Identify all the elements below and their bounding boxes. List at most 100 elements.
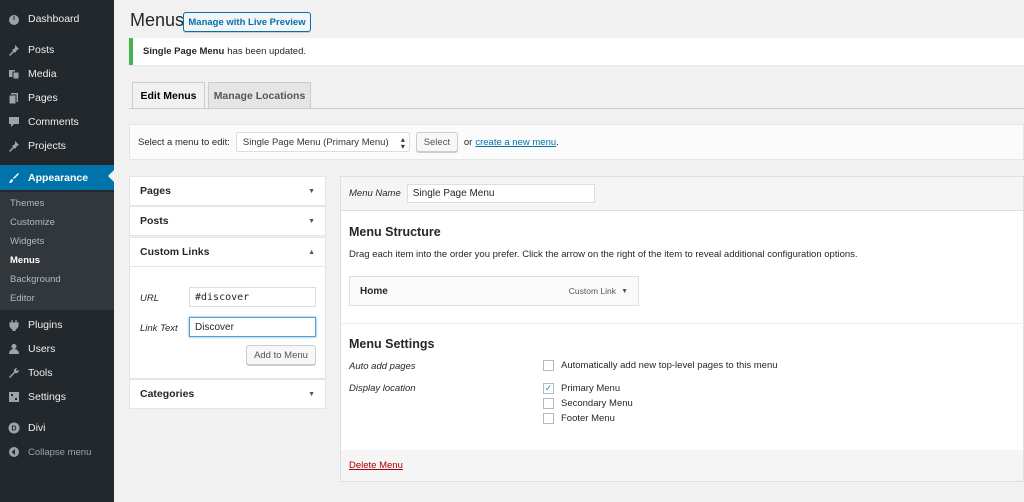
location-label: Footer Menu [561,413,615,424]
add-to-menu-button[interactable]: Add to Menu [246,345,316,365]
dashboard-icon [0,13,28,25]
sidebar-item-label: Projects [28,140,66,152]
accordion-categories[interactable]: Categories ▼ [129,379,326,409]
update-notice: Single Page Menu has been updated. [129,38,1024,65]
sidebar-item-label: Tools [28,367,53,379]
select-menu-label: Select a menu to edit: [138,136,230,148]
sidebar-item-label: Users [28,343,56,355]
location-row-primary: ✓ Primary Menu [543,383,620,394]
sidebar-item-users[interactable]: Users [0,338,114,360]
sidebar-item-label: Divi [28,422,46,434]
caret-down-icon[interactable]: ▼ [621,288,628,295]
tab-manage-locations[interactable]: Manage Locations [208,82,311,108]
sidebar-item-plugins[interactable]: Plugins [0,314,114,336]
delete-menu-link[interactable]: Delete Menu [349,460,403,471]
url-label: URL [140,293,160,304]
secondary-menu-checkbox[interactable] [543,398,554,409]
menu-item-home[interactable]: Home Custom Link ▼ [349,276,639,306]
main-content: Menus Manage with Live Preview Single Pa… [114,0,1024,502]
wrench-icon [0,367,28,379]
submenu-item-themes[interactable]: Themes [10,198,44,209]
collapse-menu-button[interactable]: Collapse menu [0,441,114,463]
auto-add-label: Auto add pages [349,361,416,372]
sidebar-item-tools[interactable]: Tools [0,362,114,384]
sidebar-item-label: Comments [28,116,79,128]
media-icon [0,68,28,80]
menu-settings-title: Menu Settings [349,337,435,351]
pages-icon [0,92,28,104]
notice-text: has been updated. [227,46,307,57]
tab-divider [129,108,1024,109]
select-button[interactable]: Select [415,132,458,152]
menu-name-bar: Menu Name Single Page Menu [340,176,1024,211]
link-text-label: Link Text [140,323,178,334]
accordion-label: Categories [140,388,195,400]
accordion-label: Custom Links [140,246,210,258]
footer-menu-checkbox[interactable] [543,413,554,424]
caret-down-icon: ▼ [308,390,315,398]
submenu-item-widgets[interactable]: Widgets [10,236,44,247]
menu-select-value: Single Page Menu (Primary Menu) [242,136,389,148]
section-divider [341,323,1024,324]
sidebar-item-label: Plugins [28,319,63,331]
accordion-posts[interactable]: Posts ▼ [129,206,326,236]
create-new-menu-link[interactable]: create a new menu [475,137,556,148]
location-label: Primary Menu [561,383,621,394]
sidebar-item-pages[interactable]: Pages [0,87,114,109]
menu-name-input[interactable]: Single Page Menu [406,184,595,203]
settings-icon [0,391,28,403]
sidebar-item-comments[interactable]: Comments [0,111,114,133]
divi-icon: D [0,422,28,434]
notice-menu-name: Single Page Menu [143,46,225,57]
live-preview-button[interactable]: Manage with Live Preview [183,12,311,32]
auto-add-checkbox[interactable] [543,360,554,371]
submenu-item-menus[interactable]: Menus [10,255,40,266]
menu-footer-bar: Delete Menu [340,450,1024,482]
location-label: Secondary Menu [561,398,633,409]
sidebar-item-divi[interactable]: D Divi [0,417,114,439]
sidebar-item-label: Pages [28,92,58,104]
sidebar-item-dashboard[interactable]: Dashboard [0,8,114,30]
auto-add-row: Automatically add new top-level pages to… [543,360,778,371]
period-text: . [556,136,559,148]
menu-select-bar: Select a menu to edit: Single Page Menu … [129,124,1024,160]
primary-menu-checkbox[interactable]: ✓ [543,383,554,394]
accordion-pages[interactable]: Pages ▼ [129,176,326,206]
link-text-input[interactable]: Discover [189,317,316,337]
accordion-custom-links[interactable]: Custom Links ▲ [129,237,326,267]
menu-item-type: Custom Link [568,286,616,296]
menu-select-dropdown[interactable]: Single Page Menu (Primary Menu) ▴ ▾ [235,132,410,152]
custom-links-body: URL #discover Link Text Discover Add to … [129,267,326,379]
user-icon [0,343,28,355]
sidebar-item-projects[interactable]: Projects [0,135,114,157]
location-row-secondary: Secondary Menu [543,398,633,409]
plug-icon [0,319,28,331]
comment-icon [0,116,28,128]
menu-structure-title: Menu Structure [349,225,441,239]
caret-up-icon: ▲ [308,248,315,256]
menu-body: Menu Structure Drag each item into the o… [340,211,1024,451]
page-title: Menus [130,10,185,30]
url-input[interactable]: #discover [189,287,316,307]
sidebar-item-media[interactable]: Media [0,63,114,85]
pin-icon [0,140,28,152]
accordion-label: Pages [140,185,171,197]
menu-name-label: Menu Name [349,188,401,199]
tab-edit-menus[interactable]: Edit Menus [132,82,205,109]
accordion-label: Posts [140,215,169,227]
sidebar-item-label: Media [28,68,57,80]
display-location-label: Display location [349,383,416,394]
submenu-item-customize[interactable]: Customize [10,217,55,228]
sidebar-item-settings[interactable]: Settings [0,386,114,408]
appearance-submenu: Themes Customize Widgets Menus Backgroun… [0,192,114,310]
sidebar-item-appearance[interactable]: Appearance [0,165,114,190]
paintbrush-icon [0,172,28,184]
submenu-item-editor[interactable]: Editor [10,293,35,304]
sidebar-item-label: Dashboard [28,13,80,25]
sidebar-item-posts[interactable]: Posts [0,39,114,61]
menu-structure-description: Drag each item into the order you prefer… [349,249,858,260]
svg-text:D: D [11,426,16,433]
submenu-item-background[interactable]: Background [10,274,61,285]
menu-management-panel: Menu Name Single Page Menu Menu Structur… [340,176,1024,451]
location-row-footer: Footer Menu [543,413,615,424]
